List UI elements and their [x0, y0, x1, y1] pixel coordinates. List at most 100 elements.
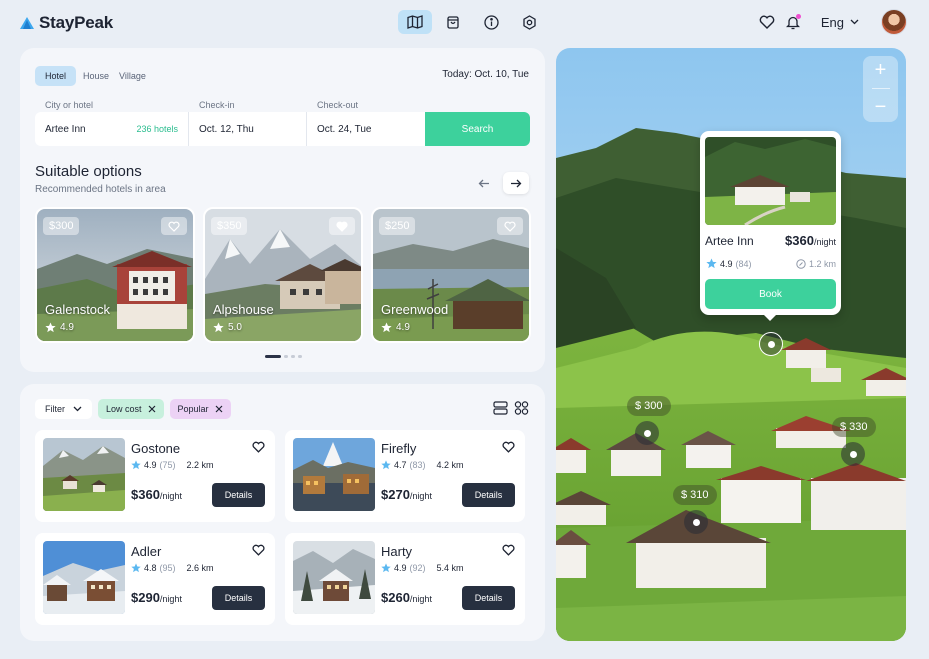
hotel-list-item[interactable]: Harty 4.9 (92) 5.4 km $260/night Details: [285, 533, 525, 625]
distance: 2.6 km: [186, 563, 214, 573]
popup-price: $360/night: [785, 233, 836, 248]
carousel-arrows: [471, 172, 529, 194]
rating-value: 4.9: [60, 322, 74, 333]
list-view-icon[interactable]: [493, 401, 508, 415]
map-price-marker[interactable]: $ 300: [627, 396, 671, 416]
price-unit: /night: [409, 594, 432, 604]
shopping-bag-icon[interactable]: [436, 10, 470, 34]
details-button[interactable]: Details: [462, 483, 515, 507]
avatar[interactable]: [881, 9, 907, 35]
hotel-list-item[interactable]: Adler 4.8 (95) 2.6 km $290/night Details: [35, 533, 275, 625]
hotel-card[interactable]: $350 Alpshouse 5.0: [203, 207, 363, 343]
checkin-field[interactable]: Oct. 12, Thu: [189, 112, 307, 146]
checkin-label: Check-in: [199, 100, 235, 110]
hotel-count: 236 hotels: [136, 124, 178, 134]
tab-hotel[interactable]: Hotel: [35, 66, 77, 86]
hotel-list-item[interactable]: Gostone 4.9 (75) 2.2 km $360/night Detai…: [35, 430, 275, 522]
hotel-thumbnail: [43, 438, 125, 511]
hotel-meta: 4.8 (95) 2.6 km: [131, 563, 214, 573]
today-date: Today: Oct. 10, Tue: [442, 69, 529, 80]
settings-icon[interactable]: [512, 10, 546, 34]
chevron-down-icon: [850, 19, 859, 25]
zoom-in-button[interactable]: +: [875, 59, 887, 82]
language-selector[interactable]: Eng: [821, 15, 859, 30]
search-button[interactable]: Search: [425, 112, 530, 146]
heart-icon[interactable]: [161, 217, 187, 235]
property-type-tabs: Hotel House Village: [35, 66, 156, 86]
map-price-marker[interactable]: $ 310: [673, 485, 717, 505]
city-label: City or hotel: [45, 100, 94, 110]
map-pin[interactable]: [841, 442, 865, 466]
carousel-dot-active[interactable]: [265, 355, 281, 358]
map-hotel-popup[interactable]: Artee Inn $360/night 4.9 (84) 1.2 km Boo…: [700, 131, 841, 321]
city-field[interactable]: Artee Inn 236 hotels: [35, 112, 189, 146]
carousel-dot[interactable]: [298, 355, 302, 358]
zoom-out-button[interactable]: −: [875, 96, 887, 119]
language-label: Eng: [820, 14, 844, 30]
heart-icon[interactable]: [502, 440, 515, 458]
hotel-card[interactable]: $300 Galenstock 4.9: [35, 207, 195, 343]
card-rating: 4.9: [381, 322, 410, 333]
distance: 2.2 km: [186, 460, 214, 470]
rating-value: 5.0: [228, 322, 242, 333]
map-pin[interactable]: [635, 421, 659, 445]
price-badge: $250: [379, 217, 416, 235]
logo[interactable]: StayPeak: [20, 13, 113, 33]
top-bar: StayPeak Eng: [0, 0, 929, 46]
checkout-field[interactable]: Oct. 24, Tue: [307, 112, 425, 146]
map-pin[interactable]: [684, 510, 708, 534]
heart-icon[interactable]: [252, 543, 265, 561]
card-rating: 5.0: [213, 322, 242, 333]
suitable-cards: $300 Galenstock 4.9 $350 Alpshouse 5.0 $…: [35, 207, 531, 343]
review-count: (92): [409, 563, 426, 573]
arrow-left-icon[interactable]: [471, 172, 497, 194]
star-icon: [381, 563, 391, 573]
carousel-dot[interactable]: [291, 355, 295, 358]
details-button[interactable]: Details: [212, 586, 265, 610]
info-icon[interactable]: [474, 10, 508, 34]
hotel-card[interactable]: $250 Greenwood 4.9: [371, 207, 531, 343]
hotel-meta: 4.9 (75) 2.2 km: [131, 460, 214, 470]
header-actions: Eng: [755, 9, 907, 35]
map-view[interactable]: + − Artee Inn $360/night 4.9 (84) 1.2 km…: [556, 48, 906, 641]
map-pin-selected[interactable]: [759, 332, 783, 356]
map-icon[interactable]: [398, 10, 432, 34]
bell-icon[interactable]: [781, 10, 805, 34]
price-badge: $300: [43, 217, 80, 235]
search-panel: Hotel House Village Today: Oct. 10, Tue …: [20, 48, 545, 372]
map-price-marker[interactable]: $ 330: [832, 417, 876, 437]
price-value: $290: [131, 590, 160, 605]
grid-view-icon[interactable]: [514, 401, 529, 415]
book-button[interactable]: Book: [705, 279, 836, 309]
heart-icon[interactable]: [329, 217, 355, 235]
heart-icon[interactable]: [502, 543, 515, 561]
close-icon[interactable]: [148, 405, 156, 413]
zoom-divider: [871, 88, 890, 90]
details-button[interactable]: Details: [462, 586, 515, 610]
popup-meta: 4.9 (84) 1.2 km: [706, 258, 836, 269]
hotel-price: $260/night: [381, 590, 432, 605]
favorites-heart-icon[interactable]: [755, 10, 779, 34]
tab-house[interactable]: House: [80, 66, 112, 86]
star-icon: [213, 322, 224, 333]
price-unit: /night: [409, 491, 432, 501]
price-unit: /night: [159, 491, 182, 501]
price-badge: $350: [211, 217, 248, 235]
chevron-down-icon: [73, 406, 82, 412]
filter-label: Filter: [45, 404, 65, 414]
hotel-thumbnail: [705, 137, 836, 225]
popup-hotel-name: Artee Inn: [705, 234, 754, 248]
close-icon[interactable]: [215, 405, 223, 413]
filter-tag-popular[interactable]: Popular: [169, 399, 231, 419]
heart-icon[interactable]: [252, 440, 265, 458]
rating-value: 4.9: [396, 322, 410, 333]
carousel-dot[interactable]: [284, 355, 288, 358]
checkout-label: Check-out: [317, 100, 359, 110]
filter-tag-low-cost[interactable]: Low cost: [98, 399, 164, 419]
heart-icon[interactable]: [497, 217, 523, 235]
arrow-right-icon[interactable]: [503, 172, 529, 194]
details-button[interactable]: Details: [212, 483, 265, 507]
hotel-list-item[interactable]: Firefly 4.7 (83) 4.2 km $270/night Detai…: [285, 430, 525, 522]
filter-dropdown[interactable]: Filter: [35, 399, 92, 419]
tab-village[interactable]: Village: [116, 66, 156, 86]
